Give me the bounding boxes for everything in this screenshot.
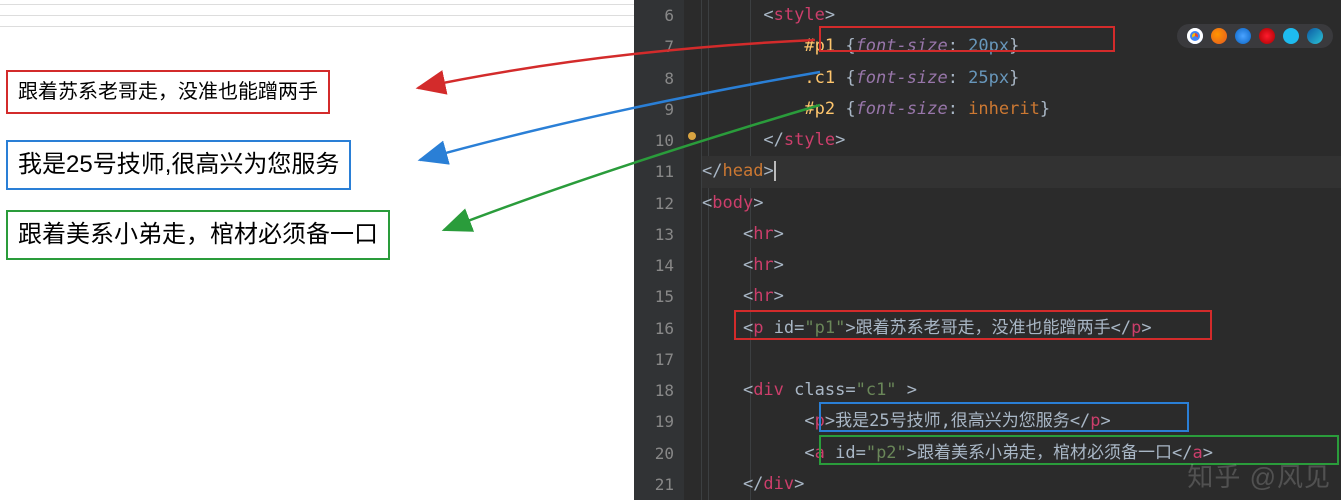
code-editor[interactable]: 6 7 8 9 10 11 12 13 14 15 16 17 18 19 20… xyxy=(634,0,1341,500)
opera-icon[interactable] xyxy=(1259,28,1275,44)
browser-render-pane: 跟着苏系老哥走，没准也能蹭两手 我是25号技师,很高兴为您服务 跟着美系小弟走，… xyxy=(0,0,634,500)
code-line: <body> xyxy=(702,188,1341,219)
code-line: </style> xyxy=(702,125,1341,156)
rendered-text-p1: 跟着苏系老哥走，没准也能蹭两手 xyxy=(6,70,330,114)
line-number[interactable]: 8 xyxy=(634,63,684,94)
line-number-gutter[interactable]: 6 7 8 9 10 11 12 13 14 15 16 17 18 19 20… xyxy=(634,0,684,500)
line-number[interactable]: 13 xyxy=(634,219,684,250)
code-line: <p>我是25号技师,很高兴为您服务</p> xyxy=(702,406,1341,437)
code-line: .c1 {font-size: 25px} xyxy=(702,63,1341,94)
hr-line xyxy=(0,15,634,16)
line-number[interactable]: 12 xyxy=(634,188,684,219)
line-number[interactable]: 17 xyxy=(634,344,684,375)
firefox-icon[interactable] xyxy=(1211,28,1227,44)
line-number[interactable]: 20 xyxy=(634,438,684,469)
hr-line xyxy=(0,4,634,5)
code-line: #p2 {font-size: inherit} xyxy=(702,94,1341,125)
line-number[interactable]: 19 xyxy=(634,406,684,437)
hr-line xyxy=(0,26,634,27)
code-line xyxy=(702,344,1341,375)
line-number[interactable]: 18 xyxy=(634,375,684,406)
ie-icon[interactable] xyxy=(1283,28,1299,44)
edge-icon[interactable] xyxy=(1307,28,1323,44)
line-number[interactable]: 10 xyxy=(634,125,684,156)
code-line: <p id="p1">跟着苏系老哥走，没准也能蹭两手</p> xyxy=(702,313,1341,344)
gutter-marker-icon xyxy=(688,132,696,140)
line-number[interactable]: 6 xyxy=(634,0,684,31)
code-line: <div class="c1" > xyxy=(702,375,1341,406)
browser-toolbar[interactable] xyxy=(1177,24,1333,48)
line-number[interactable]: 7 xyxy=(634,31,684,62)
line-number[interactable]: 15 xyxy=(634,281,684,312)
safari-icon[interactable] xyxy=(1235,28,1251,44)
rendered-text-p2: 跟着美系小弟走，棺材必须备一口 xyxy=(6,210,390,260)
line-number[interactable]: 21 xyxy=(634,469,684,500)
fold-gutter[interactable] xyxy=(684,0,702,500)
code-line: <hr> xyxy=(702,250,1341,281)
code-line: <hr> xyxy=(702,219,1341,250)
watermark: 知乎 @风见 xyxy=(1187,457,1331,494)
rendered-text-c1-p: 我是25号技师,很高兴为您服务 xyxy=(6,140,351,190)
line-number[interactable]: 9 xyxy=(634,94,684,125)
code-line: <hr> xyxy=(702,281,1341,312)
line-number[interactable]: 16 xyxy=(634,313,684,344)
line-number[interactable]: 14 xyxy=(634,250,684,281)
line-number[interactable]: 11 xyxy=(634,156,684,187)
chrome-icon[interactable] xyxy=(1187,28,1203,44)
code-line-active: </head> xyxy=(702,156,1341,187)
code-text-area[interactable]: <style> #p1 {font-size: 20px} .c1 {font-… xyxy=(702,0,1341,500)
text-cursor xyxy=(774,161,776,181)
